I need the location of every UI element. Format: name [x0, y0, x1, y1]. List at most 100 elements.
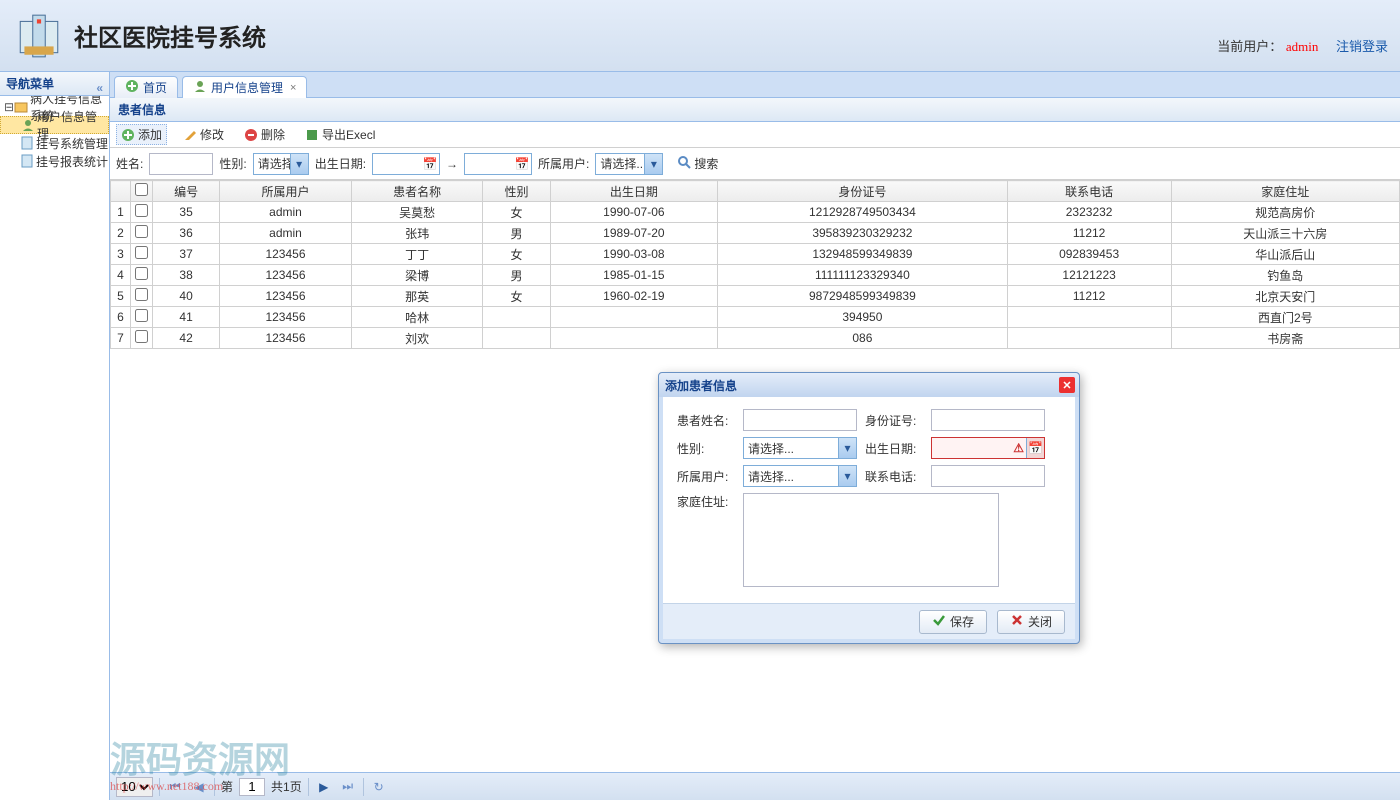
cell-idno: 111111123329340 [718, 265, 1007, 286]
first-page-button[interactable]: ⏮ [166, 778, 184, 796]
row-checkbox[interactable] [131, 328, 153, 349]
cell-tel: 11212 [1007, 286, 1171, 307]
cell-idno: 132948599349839 [718, 244, 1007, 265]
save-button[interactable]: 保存 [919, 610, 987, 634]
owner-select[interactable]: 请选择... ▾ [595, 153, 663, 175]
cell-birth: 1990-03-08 [550, 244, 718, 265]
idno-label: 身份证号: [865, 412, 927, 429]
tree-toggle-icon[interactable]: ⊟ [4, 100, 14, 114]
name-input[interactable] [149, 153, 213, 175]
column-header[interactable]: 出生日期 [550, 181, 718, 202]
cell-owner: 123456 [220, 328, 352, 349]
sex-select[interactable]: 请选择... ▾ [253, 153, 309, 175]
search-bar: 姓名: 性别: 请选择... ▾ 出生日期: 📅 → 📅 所属用户: 请选择..… [110, 148, 1400, 180]
row-number: 1 [111, 202, 131, 223]
cell-addr: 钓鱼岛 [1171, 265, 1399, 286]
collapse-icon[interactable]: « [96, 76, 103, 100]
save-label: 保存 [950, 613, 974, 630]
patient-name-input[interactable] [743, 409, 857, 431]
tel-input[interactable] [931, 465, 1045, 487]
column-header[interactable]: 联系电话 [1007, 181, 1171, 202]
cell-tel: 092839453 [1007, 244, 1171, 265]
close-label: 关闭 [1028, 613, 1052, 630]
table-row[interactable]: 3 37 123456 丁丁 女 1990-03-08 132948599349… [111, 244, 1400, 265]
sidebar: 导航菜单 « ⊟ 病人挂号信息系统 用户信息管理 挂号系统管理 挂号报表统计 [0, 72, 110, 800]
close-button[interactable]: 关闭 [997, 610, 1065, 634]
sidebar-item-label: 挂号报表统计 [36, 153, 108, 170]
row-checkbox[interactable] [131, 223, 153, 244]
birth-to-input[interactable]: 📅 [464, 153, 532, 175]
sidebar-item-reg-mgmt[interactable]: 挂号系统管理 [0, 134, 109, 152]
birth-date-input[interactable]: ⚠📅 [931, 437, 1045, 459]
cell-name: 梁博 [351, 265, 483, 286]
current-user: admin [1286, 39, 1319, 54]
export-button[interactable]: 导出Execl [301, 125, 379, 144]
checkbox-header[interactable] [131, 181, 153, 202]
add-button[interactable]: 添加 [116, 124, 167, 145]
cell-tel: 2323232 [1007, 202, 1171, 223]
cell-birth [550, 307, 718, 328]
doc-icon [20, 136, 34, 150]
row-checkbox[interactable] [131, 307, 153, 328]
close-icon[interactable]: × [290, 82, 296, 94]
tab-home[interactable]: 首页 [114, 76, 178, 98]
addr-textarea[interactable] [743, 493, 999, 587]
row-checkbox[interactable] [131, 202, 153, 223]
cell-birth: 1985-01-15 [550, 265, 718, 286]
row-checkbox[interactable] [131, 286, 153, 307]
sex-select[interactable]: 请选择...▾ [743, 437, 857, 459]
row-number: 3 [111, 244, 131, 265]
tab-user-mgmt[interactable]: 用户信息管理 × [182, 76, 307, 98]
addr-label: 家庭住址: [677, 493, 739, 510]
row-number: 6 [111, 307, 131, 328]
chevron-down-icon: ▾ [290, 154, 308, 174]
sidebar-item-user-mgmt[interactable]: 用户信息管理 [0, 116, 109, 134]
prev-page-button[interactable]: ◀ [190, 778, 208, 796]
table-row[interactable]: 6 41 123456 哈林 394950 西直门2号 [111, 307, 1400, 328]
column-header[interactable]: 编号 [153, 181, 220, 202]
idno-input[interactable] [931, 409, 1045, 431]
last-page-button[interactable]: ⏭ [339, 778, 357, 796]
cell-addr: 书房斋 [1171, 328, 1399, 349]
app-title: 社区医院挂号系统 [74, 18, 266, 53]
next-page-button[interactable]: ▶ [315, 778, 333, 796]
sidebar-item-report[interactable]: 挂号报表统计 [0, 152, 109, 170]
dialog-title-bar[interactable]: 添加患者信息 ✕ [659, 373, 1079, 397]
owner-select[interactable]: 请选择...▾ [743, 465, 857, 487]
doc-icon [20, 154, 34, 168]
cell-owner: 123456 [220, 265, 352, 286]
page-size-select[interactable]: 10 [116, 777, 153, 797]
app-logo [12, 9, 66, 63]
table-row[interactable]: 1 35 admin 吴莫愁 女 1990-07-06 121292874950… [111, 202, 1400, 223]
birth-from-input[interactable]: 📅 [372, 153, 440, 175]
folder-icon [14, 100, 28, 114]
check-icon [932, 613, 946, 630]
cell-name: 哈林 [351, 307, 483, 328]
name-label: 患者姓名: [677, 412, 739, 429]
table-row[interactable]: 2 36 admin 张玮 男 1989-07-20 3958392303292… [111, 223, 1400, 244]
column-header[interactable]: 所属用户 [220, 181, 352, 202]
cell-id: 41 [153, 307, 220, 328]
page-input[interactable] [239, 778, 265, 796]
table-row[interactable]: 5 40 123456 那英 女 1960-02-19 987294859934… [111, 286, 1400, 307]
table-row[interactable]: 7 42 123456 刘欢 086 书房斋 [111, 328, 1400, 349]
close-icon[interactable]: ✕ [1059, 377, 1075, 393]
row-checkbox[interactable] [131, 265, 153, 286]
logout-link[interactable]: 注销登录 [1336, 39, 1388, 54]
table-row[interactable]: 4 38 123456 梁博 男 1985-01-15 111111123329… [111, 265, 1400, 286]
cell-sex [483, 328, 550, 349]
cell-id: 38 [153, 265, 220, 286]
calendar-icon: 📅 [421, 154, 439, 174]
cell-sex: 女 [483, 244, 550, 265]
refresh-button[interactable]: ↻ [370, 778, 388, 796]
cell-tel [1007, 328, 1171, 349]
column-header[interactable]: 身份证号 [718, 181, 1007, 202]
search-button[interactable]: 搜索 [677, 155, 718, 172]
row-checkbox[interactable] [131, 244, 153, 265]
column-header[interactable]: 患者名称 [351, 181, 483, 202]
delete-button[interactable]: 删除 [240, 125, 289, 144]
edit-button[interactable]: 修改 [179, 125, 228, 144]
column-header[interactable]: 家庭住址 [1171, 181, 1399, 202]
cell-tel [1007, 307, 1171, 328]
column-header[interactable]: 性别 [483, 181, 550, 202]
